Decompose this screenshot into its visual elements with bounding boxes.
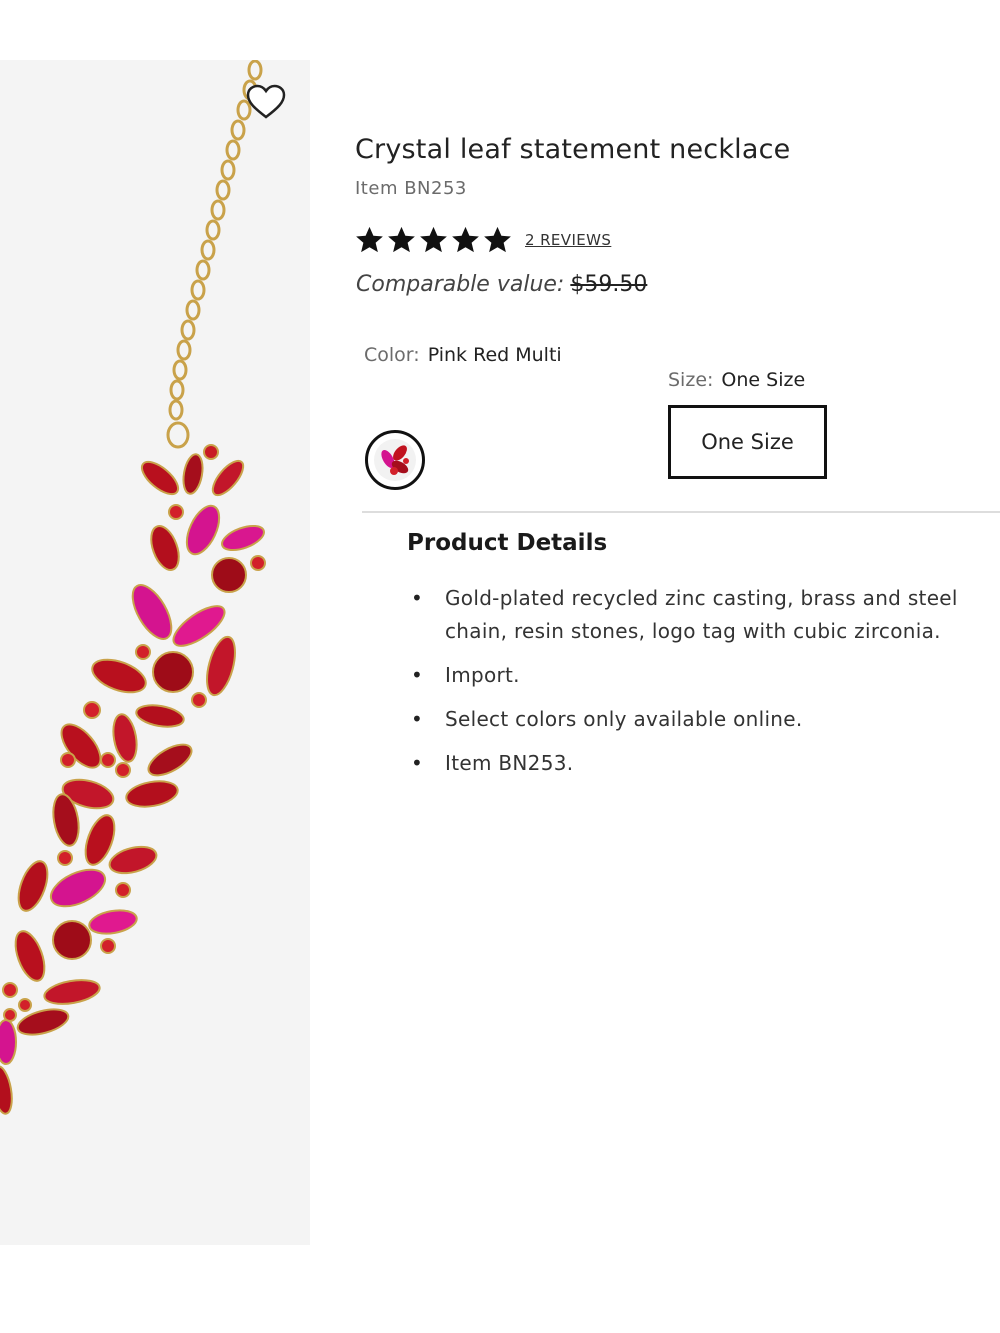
crystal-cluster bbox=[0, 444, 266, 1115]
detail-text: Select colors only available online. bbox=[445, 707, 803, 731]
necklace-swatch-icon bbox=[374, 439, 416, 481]
star-icon bbox=[484, 226, 511, 253]
comparable-label: Comparable value: bbox=[356, 272, 565, 297]
reviews-link[interactable]: 2 REVIEWS bbox=[525, 231, 611, 249]
item-number: Item BN253 bbox=[355, 178, 467, 199]
color-value: Pink Red Multi bbox=[427, 344, 562, 366]
detail-text: Gold-plated recycled zinc casting, brass… bbox=[445, 586, 958, 643]
color-label: Color: bbox=[364, 344, 420, 366]
bullet: • bbox=[411, 663, 424, 687]
color-swatch-pink-red-multi[interactable] bbox=[365, 430, 425, 490]
comparable-price: $59.50 bbox=[570, 272, 648, 297]
star-icon bbox=[452, 226, 479, 253]
detail-text: Import. bbox=[445, 663, 520, 687]
comparable-value: Comparable value: $59.50 bbox=[356, 272, 647, 297]
size-selection: Size: One Size bbox=[668, 369, 805, 391]
list-item: • Gold-plated recycled zinc casting, bras… bbox=[407, 582, 987, 648]
size-label: Size: bbox=[668, 369, 714, 391]
wishlist-button[interactable] bbox=[244, 80, 288, 124]
list-item: • Item BN253. bbox=[407, 747, 987, 780]
color-selection: Color: Pink Red Multi bbox=[364, 344, 562, 366]
star-rating bbox=[354, 225, 513, 255]
necklace-illustration bbox=[0, 60, 266, 1115]
detail-text: Item BN253. bbox=[445, 751, 574, 775]
product-details-list: • Gold-plated recycled zinc casting, bras… bbox=[407, 582, 987, 791]
list-item: • Import. bbox=[407, 659, 987, 692]
star-icon bbox=[356, 226, 383, 253]
product-details-heading: Product Details bbox=[407, 530, 608, 556]
product-image bbox=[0, 60, 310, 1245]
rating-row: 2 REVIEWS bbox=[354, 225, 611, 255]
bullet: • bbox=[411, 707, 424, 731]
product-title: Crystal leaf statement necklace bbox=[355, 134, 791, 165]
star-icon bbox=[420, 226, 447, 253]
bullet: • bbox=[411, 751, 424, 775]
bullet: • bbox=[411, 586, 424, 610]
heart-icon bbox=[246, 84, 286, 119]
size-option-one-size[interactable]: One Size bbox=[668, 405, 827, 479]
star-icon bbox=[388, 226, 415, 253]
list-item: • Select colors only available online. bbox=[407, 703, 987, 736]
section-divider bbox=[362, 511, 1000, 513]
size-value: One Size bbox=[721, 369, 806, 391]
